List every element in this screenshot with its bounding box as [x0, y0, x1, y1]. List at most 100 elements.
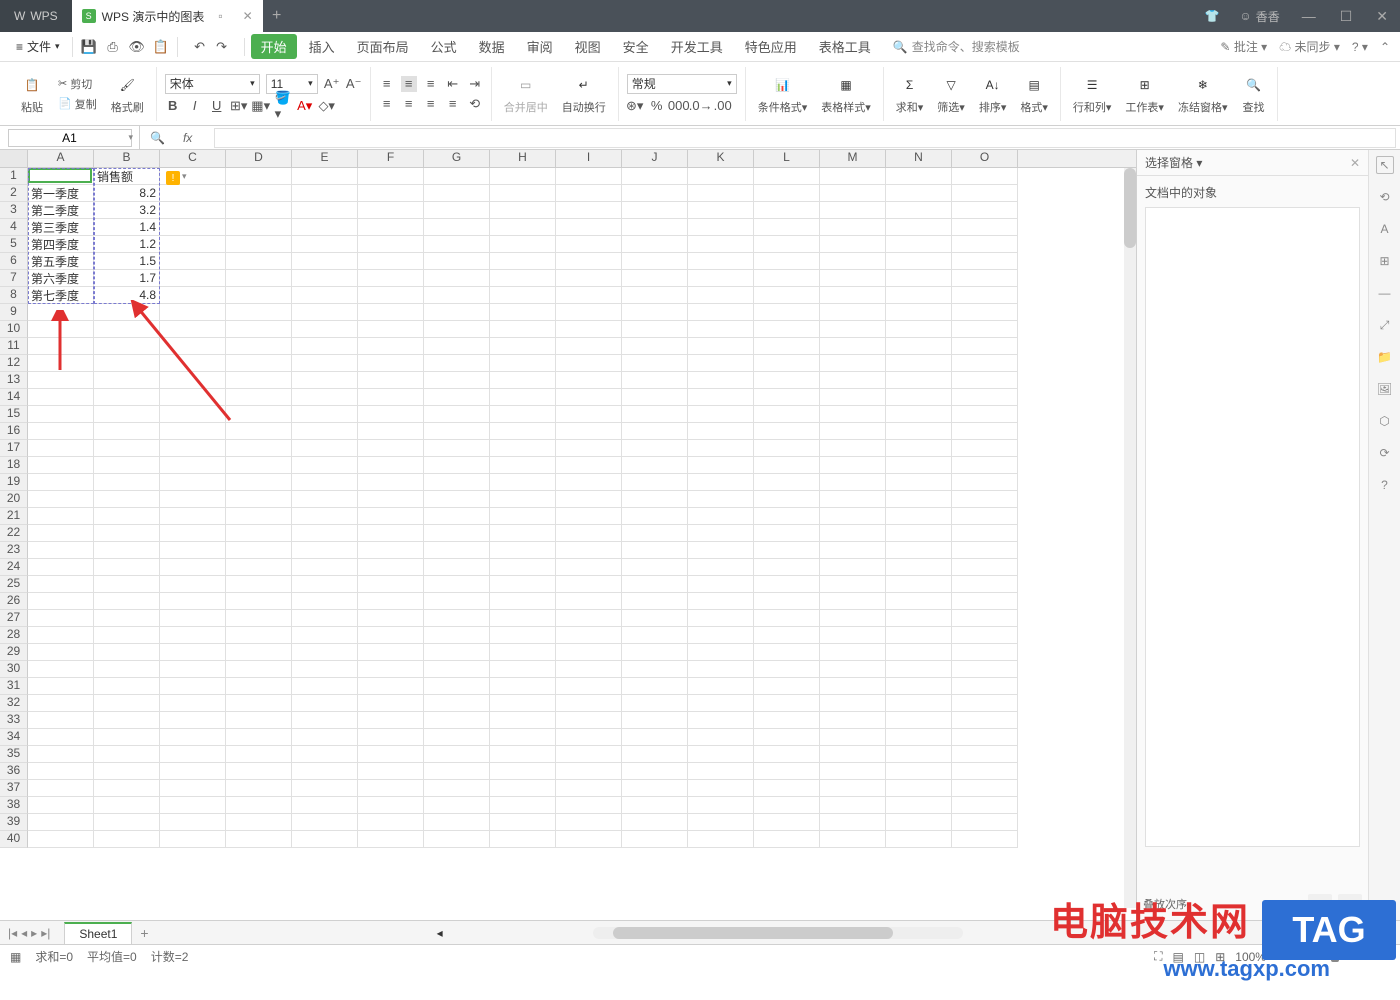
row-header[interactable]: 33 — [0, 712, 28, 729]
maximize-button[interactable]: ☐ — [1328, 8, 1365, 25]
cell[interactable] — [94, 661, 160, 678]
cell[interactable] — [490, 185, 556, 202]
cell[interactable] — [754, 712, 820, 729]
cell[interactable] — [28, 406, 94, 423]
cell[interactable] — [952, 729, 1018, 746]
decrease-font-icon[interactable]: A⁻ — [346, 76, 362, 92]
cell[interactable] — [292, 491, 358, 508]
cell[interactable] — [622, 814, 688, 831]
cell[interactable]: 第六季度 — [28, 270, 94, 287]
cell[interactable] — [820, 525, 886, 542]
cell[interactable] — [424, 389, 490, 406]
zoom-in-button[interactable]: + — [1383, 950, 1390, 964]
cell[interactable] — [160, 610, 226, 627]
cell[interactable] — [622, 644, 688, 661]
cell[interactable] — [754, 440, 820, 457]
cell[interactable] — [160, 202, 226, 219]
row-header[interactable]: 5 — [0, 236, 28, 253]
cell[interactable] — [160, 219, 226, 236]
cell[interactable] — [292, 763, 358, 780]
cell[interactable] — [424, 712, 490, 729]
cell[interactable] — [688, 389, 754, 406]
cell[interactable] — [952, 542, 1018, 559]
cell-style-button[interactable]: ▦▾ — [253, 98, 269, 114]
align-middle-icon[interactable]: ≡ — [401, 76, 417, 92]
cell[interactable] — [424, 763, 490, 780]
cell[interactable] — [622, 287, 688, 304]
cell[interactable] — [292, 321, 358, 338]
row-header[interactable]: 3 — [0, 202, 28, 219]
col-header[interactable]: A — [28, 150, 94, 167]
cell[interactable] — [358, 372, 424, 389]
export-icon[interactable]: 📋 — [153, 39, 169, 55]
cell[interactable] — [292, 219, 358, 236]
cell[interactable] — [424, 406, 490, 423]
cell[interactable] — [556, 253, 622, 270]
cell[interactable] — [226, 627, 292, 644]
row-header[interactable]: 21 — [0, 508, 28, 525]
cell[interactable] — [94, 644, 160, 661]
cell[interactable] — [820, 695, 886, 712]
cell[interactable] — [622, 610, 688, 627]
cell[interactable] — [886, 593, 952, 610]
cell[interactable] — [226, 593, 292, 610]
row-header[interactable]: 26 — [0, 593, 28, 610]
cell[interactable] — [424, 219, 490, 236]
cell[interactable] — [490, 763, 556, 780]
row-header[interactable]: 22 — [0, 525, 28, 542]
cell[interactable] — [622, 372, 688, 389]
cell[interactable] — [160, 644, 226, 661]
cell[interactable] — [226, 831, 292, 848]
cell[interactable] — [886, 202, 952, 219]
cell[interactable] — [490, 559, 556, 576]
cell[interactable] — [556, 219, 622, 236]
align-left-icon[interactable]: ≡ — [379, 96, 395, 112]
cell[interactable] — [292, 797, 358, 814]
cell[interactable] — [754, 338, 820, 355]
cell[interactable] — [622, 525, 688, 542]
font-name-select[interactable]: 宋体▾ — [165, 74, 260, 94]
cell[interactable] — [886, 338, 952, 355]
cell[interactable] — [358, 678, 424, 695]
cell[interactable]: 1.5 — [94, 253, 160, 270]
align-bottom-icon[interactable]: ≡ — [423, 76, 439, 92]
cell[interactable] — [490, 355, 556, 372]
cell[interactable] — [160, 270, 226, 287]
cell[interactable] — [952, 389, 1018, 406]
cell[interactable] — [952, 780, 1018, 797]
cell[interactable] — [424, 185, 490, 202]
fullscreen-icon[interactable]: ⛶ — [1154, 949, 1162, 964]
cell[interactable] — [226, 270, 292, 287]
cell[interactable] — [556, 457, 622, 474]
cell[interactable] — [556, 746, 622, 763]
cell[interactable] — [490, 321, 556, 338]
text-format-icon[interactable]: A — [1376, 220, 1394, 238]
formula-input[interactable] — [214, 128, 1396, 148]
cell[interactable] — [358, 576, 424, 593]
select-all-corner[interactable] — [0, 150, 28, 167]
cell[interactable] — [424, 576, 490, 593]
cell[interactable] — [490, 576, 556, 593]
cell[interactable] — [754, 423, 820, 440]
cell[interactable] — [358, 525, 424, 542]
cell[interactable] — [556, 797, 622, 814]
cell[interactable] — [688, 253, 754, 270]
bold-button[interactable]: B — [165, 98, 181, 114]
cell[interactable] — [886, 457, 952, 474]
sort-button[interactable]: A↓排序▾ — [975, 73, 1011, 115]
cell[interactable] — [556, 491, 622, 508]
cell[interactable] — [424, 355, 490, 372]
cell[interactable] — [754, 661, 820, 678]
cell[interactable] — [754, 763, 820, 780]
cell[interactable] — [886, 406, 952, 423]
sheet-tab[interactable]: Sheet1 — [64, 922, 132, 944]
cell[interactable] — [952, 304, 1018, 321]
object-list[interactable] — [1145, 207, 1360, 847]
cell[interactable] — [820, 406, 886, 423]
cell[interactable] — [754, 814, 820, 831]
cell[interactable] — [556, 202, 622, 219]
cell[interactable] — [424, 236, 490, 253]
cell[interactable] — [94, 797, 160, 814]
cell[interactable] — [292, 389, 358, 406]
cell[interactable] — [820, 814, 886, 831]
